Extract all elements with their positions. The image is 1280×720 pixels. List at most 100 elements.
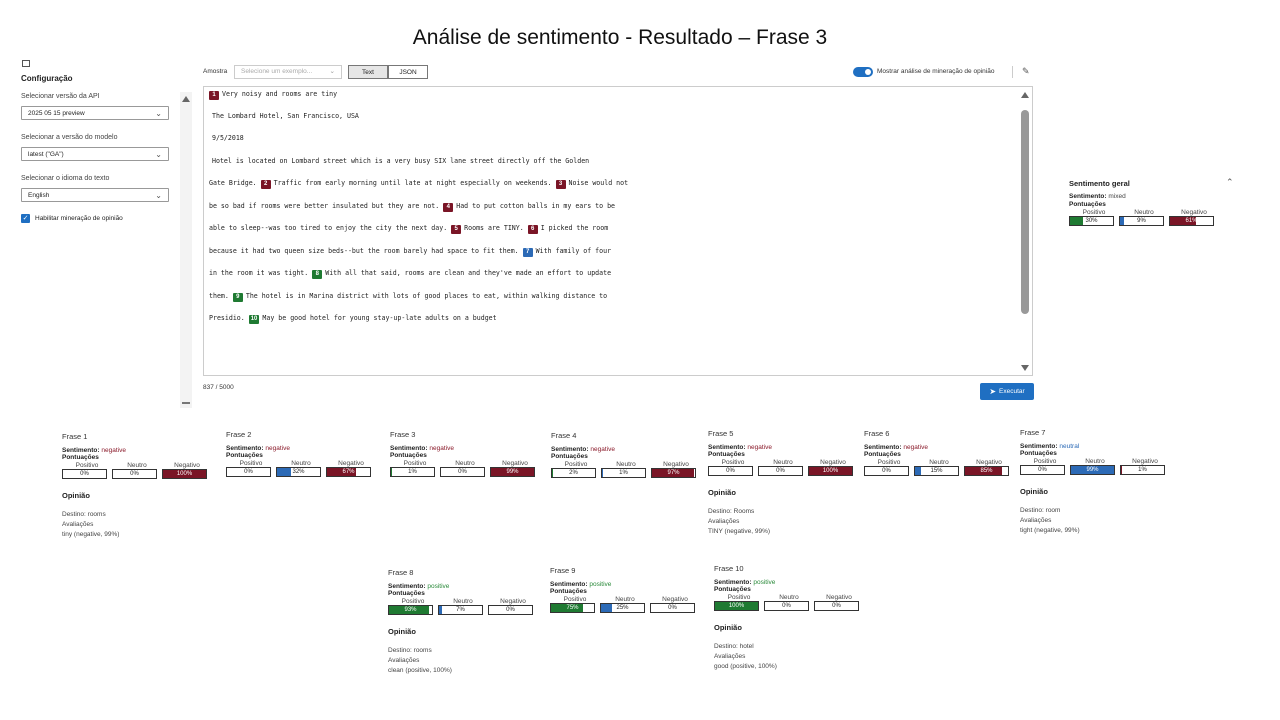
positive-bar: 100% [714,601,759,611]
sentence-badge[interactable]: 4 [443,203,454,212]
score-labels: Positivo Neutro Negativo [401,598,526,605]
editor-line: The Lombard Hotel, San Francisco, USA [212,112,359,120]
negative-bar: 0% [488,605,533,615]
score-labels: Positivo Neutro Negativo [1033,458,1158,465]
score-bars: 93% 7% 0% [388,605,538,615]
sentence-card: Frase 6 Sentimento: negative Pontuações Pos… [864,429,1014,476]
negative-bar: 61% [1169,216,1214,226]
scores-label: Pontuações [62,454,99,461]
sentence-badge[interactable]: 3 [555,180,566,189]
positive-bar: 0% [226,467,271,477]
score-bars: 0% 0% 100% [708,466,858,476]
sentence-badge[interactable]: 1 [209,91,219,100]
neutral-bar: 25% [600,603,645,613]
opinion-toggle[interactable] [853,67,873,77]
char-count: 837 / 5000 [203,384,234,391]
sample-select[interactable]: Selecione um exemplo... ⌄ [234,65,342,79]
panel-toggle-icon[interactable] [22,60,30,67]
assessments-label: Avaliações [62,521,94,528]
opinion-mining-checkbox[interactable]: ✓ [21,214,30,223]
score-labels: Positivo Neutro Negativo [563,596,688,603]
score-labels: Positivo Neutro Negativo [727,594,852,601]
editor-line: be so bad if rooms were better insulated… [209,202,616,212]
opinion-heading: Opinião [1020,487,1048,496]
neutral-bar: 32% [276,467,321,477]
tab-json[interactable]: JSON [388,65,428,79]
sentence-title: Frase 10 [714,564,744,573]
neutral-bar: 0% [112,469,157,479]
sentence-badge[interactable]: 7 [522,248,533,257]
sentence-sentiment: Sentimento: positive [714,579,776,586]
sentence-title: Frase 3 [390,430,416,439]
score-bars: 2% 1% 97% [551,468,701,478]
language-select[interactable]: English ⌄ [21,188,169,202]
editor-line: because it had two queen size beds--but … [209,247,612,257]
editor-line: in the room it was tight. 8 With all that… [209,269,612,279]
sentence-card: Frase 2 Sentimento: negative Pontuações Pos… [226,430,376,477]
opinion-details: Destino: rooms Avaliações clean (positive,… [388,646,538,676]
neutral-bar: 15% [914,466,959,476]
editor-line: 1 Very noisy and rooms are tiny [209,90,337,100]
left-scrollbar[interactable] [180,92,192,408]
positive-bar: 30% [1069,216,1114,226]
opinion-mining-label: Habilitar mineração de opinião [35,215,123,222]
positive-bar: 0% [1020,465,1065,475]
send-icon: ➤ [989,387,997,396]
opinion-toggle-label: Mostrar análise de mineração de opinião [877,68,995,75]
neutral-bar: 0% [764,601,809,611]
sentence-badge[interactable]: 2 [260,180,271,189]
chevron-up-icon[interactable]: ⌃ [1226,177,1234,188]
opinion-assessment: TINY (negative, 99%) [708,528,771,535]
positive-bar: 1% [390,467,435,477]
sentence-badge[interactable]: 10 [248,315,260,324]
assessments-label: Avaliações [1020,517,1052,524]
score-bars: 0% 0% 100% [62,469,212,479]
opinion-heading: Opinião [708,488,736,497]
sentence-sentiment: Sentimento: positive [388,583,450,590]
sentence-badge[interactable]: 5 [451,225,462,234]
opinion-details: Destino: Rooms Avaliações TINY (negative, … [708,507,858,537]
edit-icon[interactable]: ✎ [1022,66,1030,77]
positive-bar: 2% [551,468,596,478]
opinion-heading: Opinião [62,491,90,500]
sentence-badge[interactable]: 8 [312,270,323,279]
run-button[interactable]: ➤ Executar [980,383,1034,400]
scroll-up-icon[interactable] [1021,92,1029,98]
scores-label: Pontuações [226,452,263,459]
overall-scores-label: Pontuações [1069,201,1106,208]
scroll-thumb[interactable] [1021,110,1029,314]
api-version-value: 2025 05 15 preview [28,109,85,117]
divider [1012,66,1013,78]
sentence-badge[interactable]: 6 [527,225,538,234]
score-labels: Positivo Neutro Negativo [721,459,846,466]
scroll-down-icon[interactable] [1021,365,1029,371]
sentence-badge[interactable]: 9 [232,293,243,302]
scores-label: Pontuações [708,451,745,458]
scroll-thumb[interactable] [182,402,190,404]
scores-label: Pontuações [551,453,588,460]
scores-label: Pontuações [388,590,425,597]
sentence-title: Frase 8 [388,568,414,577]
sentence-sentiment: Sentimento: negative [708,444,772,451]
overall-sentiment: Sentimento: mixed [1069,193,1126,200]
opinion-assessment: tiny (negative, 99%) [62,531,120,538]
model-version-select[interactable]: latest ("GA") ⌄ [21,147,169,161]
run-label: Executar [999,388,1025,395]
sentence-title: Frase 4 [551,431,577,440]
chevron-down-icon: ⌄ [155,191,162,200]
sentence-sentiment: Sentimento: negative [551,446,615,453]
score-labels: Positivo Neutro Negativo [403,460,528,467]
opinion-assessment: clean (positive, 100%) [388,667,452,674]
positive-bar: 0% [62,469,107,479]
editor-line: able to sleep--was too tired to enjoy th… [209,224,609,234]
api-version-select[interactable]: 2025 05 15 preview ⌄ [21,106,169,120]
editor-line: them. 9 The hotel is in Marina district w… [209,292,608,302]
opinion-details: Destino: room Avaliações tight (negative, … [1020,506,1170,536]
score-bars: 0% 32% 67% [226,467,376,477]
scroll-up-icon[interactable] [182,96,190,102]
tab-text[interactable]: Text [348,65,388,79]
sentence-card: Frase 7 Sentimento: neutral Pontuações Posi… [1020,428,1170,536]
score-labels: Positivo Neutro Negativo [75,462,200,469]
overall-title: Sentimento geral [1069,179,1130,188]
negative-bar: 1% [1120,465,1165,475]
